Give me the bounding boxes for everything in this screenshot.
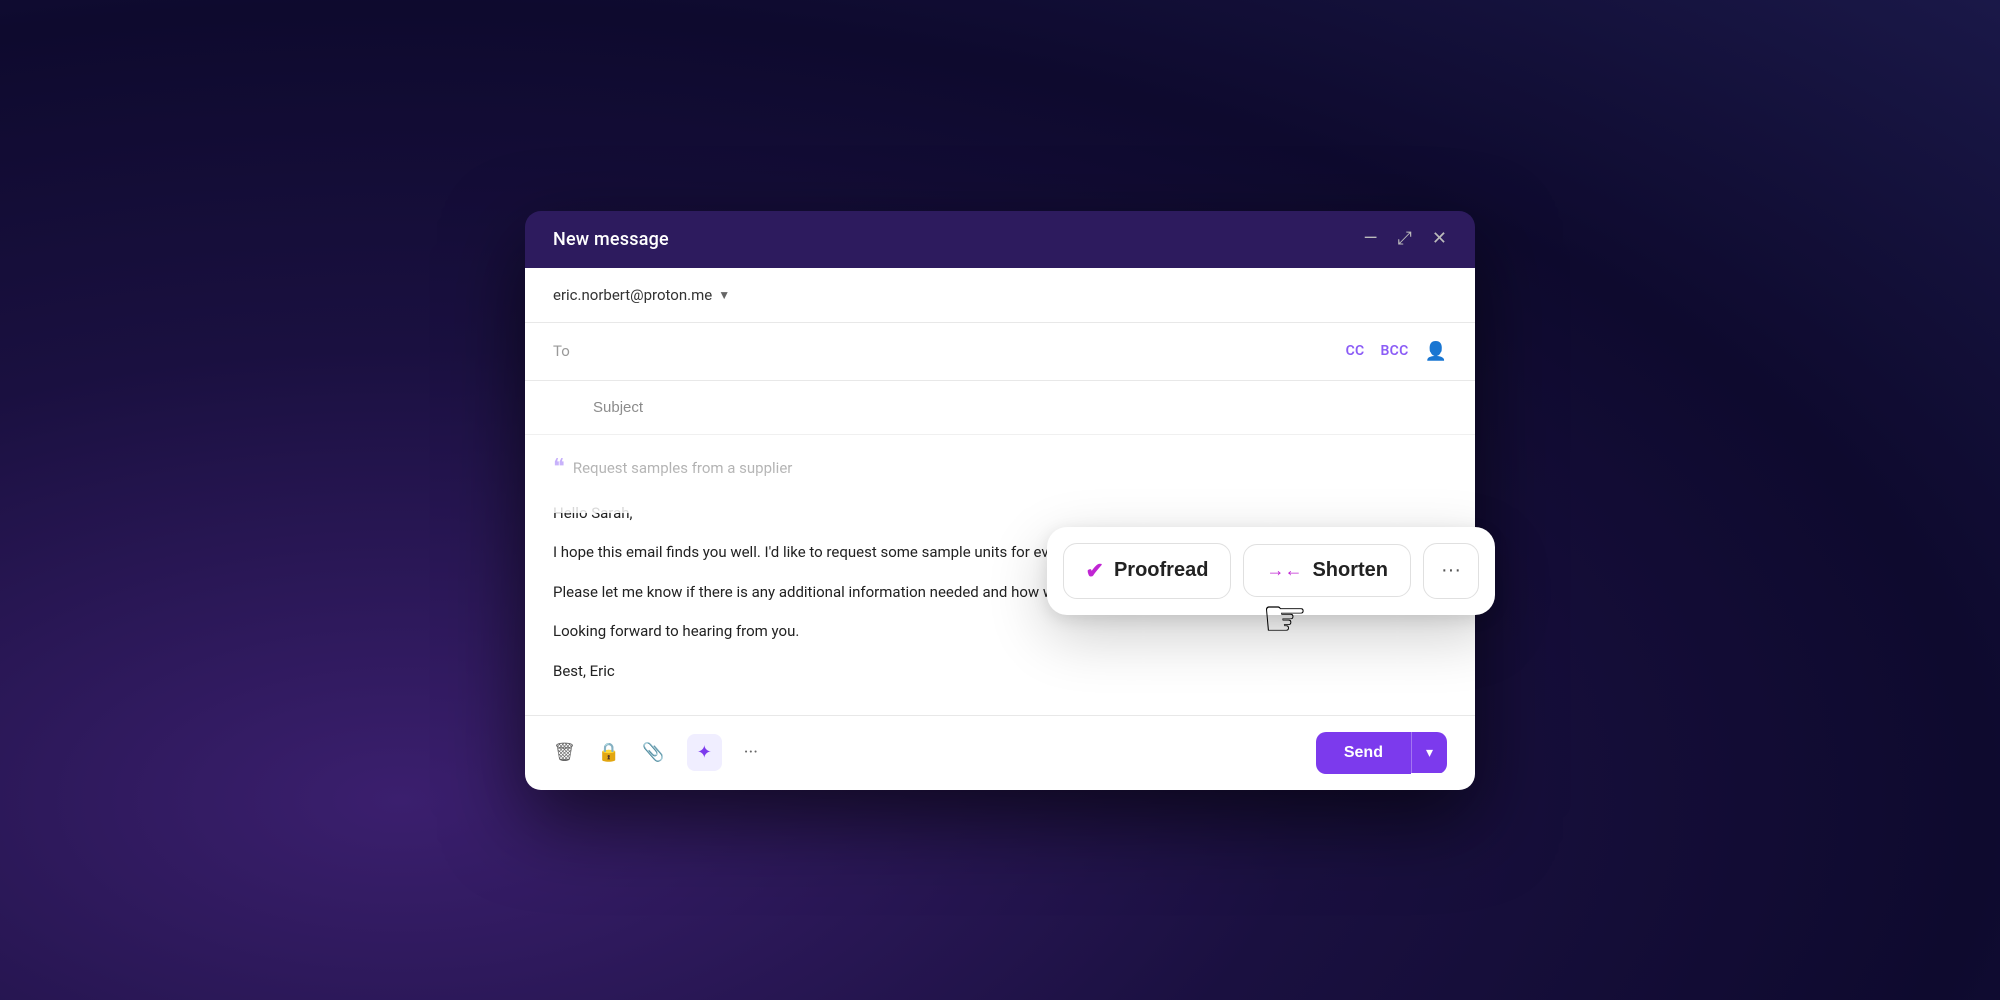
window-controls: — ⤢ ✕ <box>1363 230 1447 248</box>
shorten-icon: →← <box>1266 560 1302 581</box>
compose-body-inner: To CC BCC 👤 ❝ Request sampl <box>525 323 1475 715</box>
send-dropdown-button[interactable]: ▾ <box>1411 732 1447 773</box>
subject-row <box>525 381 1475 435</box>
email-signoff: Best, Eric <box>553 659 1447 685</box>
lock-icon[interactable]: 🔒 <box>598 742 620 763</box>
ai-quote-icon: ❝ <box>553 457 565 479</box>
maximize-button[interactable]: ⤢ <box>1398 230 1412 248</box>
from-address[interactable]: eric.norbert@proton.me ▼ <box>553 286 730 304</box>
shorten-button[interactable]: →← Shorten <box>1243 544 1411 597</box>
from-email: eric.norbert@proton.me <box>553 286 712 304</box>
from-dropdown-arrow[interactable]: ▼ <box>718 288 730 302</box>
email-paragraph3: Looking forward to hearing from you. <box>553 619 1447 645</box>
attach-icon[interactable]: 📎 <box>642 742 664 763</box>
body-area[interactable]: ❝ Request samples from a supplier Hello … <box>525 435 1475 715</box>
ai-more-button[interactable]: ··· <box>1423 543 1479 599</box>
bcc-button[interactable]: BCC <box>1380 343 1408 359</box>
to-label: To <box>553 342 593 360</box>
cc-button[interactable]: CC <box>1346 343 1365 359</box>
proofread-label: Proofread <box>1114 559 1208 582</box>
send-button[interactable]: Send <box>1316 732 1411 774</box>
compose-body: eric.norbert@proton.me ▼ To CC BCC 👤 <box>525 268 1475 790</box>
close-button[interactable]: ✕ <box>1432 230 1447 248</box>
toolbar: 🗑 🔒 📎 ✦ ··· Send ▾ <box>525 715 1475 790</box>
ai-prompt-line: ❝ Request samples from a supplier <box>553 457 1447 479</box>
minimize-button[interactable]: — <box>1363 230 1377 248</box>
subject-input[interactable] <box>593 399 1447 416</box>
to-input[interactable] <box>593 343 1346 360</box>
sparkle-icon: ✦ <box>697 742 712 763</box>
to-actions: CC BCC 👤 <box>1346 341 1447 362</box>
more-options-icon[interactable]: ··· <box>744 742 758 763</box>
proofread-button[interactable]: ✔︎ Proofread <box>1063 543 1232 599</box>
window-titlebar: New message — ⤢ ✕ <box>525 211 1475 268</box>
window-title: New message <box>553 229 669 250</box>
shorten-label: Shorten <box>1312 559 1388 582</box>
ai-button[interactable]: ✦ <box>687 734 722 771</box>
add-contact-icon[interactable]: 👤 <box>1425 341 1447 362</box>
to-row: To CC BCC 👤 <box>525 323 1475 381</box>
send-btn-group: Send ▾ <box>1316 732 1447 774</box>
proofread-icon: ✔︎ <box>1086 558 1104 584</box>
more-icon: ··· <box>1441 559 1461 582</box>
ai-prompt-text: Request samples from a supplier <box>573 459 793 477</box>
delete-icon[interactable]: 🗑 <box>553 742 576 763</box>
email-greeting: Hello Sarah, <box>553 501 1447 527</box>
ai-popup: ✔︎ Proofread →← Shorten ··· ☞ <box>1047 527 1495 615</box>
toolbar-left: 🗑 🔒 📎 ✦ ··· <box>553 734 758 771</box>
from-row: eric.norbert@proton.me ▼ <box>525 268 1475 323</box>
compose-window: New message — ⤢ ✕ eric.norbert@proton.me… <box>525 211 1475 790</box>
